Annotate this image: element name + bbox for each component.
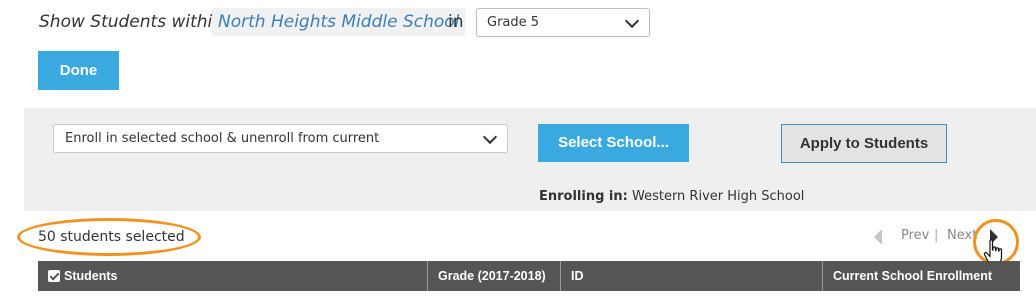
chevron-down-icon [624,13,640,29]
highlight-ellipse [17,218,201,256]
grade-select-value: Grade 5 [487,15,540,30]
column-header-students-label: Students [64,269,118,283]
school-link[interactable]: North Heights Middle School [212,8,466,36]
enrolling-in-label: Enrolling in: [539,189,628,204]
enroll-action-select[interactable]: Enroll in selected school & unenroll fro… [53,124,508,153]
column-header-current-enrollment[interactable]: Current School Enrollment [822,261,1020,291]
column-header-id[interactable]: ID [560,261,822,291]
show-students-label: Show Students within [39,12,224,32]
pager-separator: | [934,228,939,243]
enrolling-in-text: Enrolling in: Western River High School [539,189,804,204]
done-button[interactable]: Done [38,51,119,90]
enrolling-school-name: Western River High School [631,189,805,204]
grade-select[interactable]: Grade 5 [476,8,650,37]
apply-to-students-button[interactable]: Apply to Students [781,124,947,163]
in-label: in [448,12,464,32]
chevron-down-icon [482,129,498,145]
caret-left-icon[interactable] [874,229,882,245]
checkbox-icon[interactable] [48,270,60,282]
students-table-header: Students Grade (2017-2018) ID Current Sc… [38,261,1020,291]
column-header-students[interactable]: Students [38,261,427,291]
select-school-button[interactable]: Select School... [538,124,689,162]
enroll-action-value: Enroll in selected school & unenroll fro… [65,131,380,146]
prev-link[interactable]: Prev [901,228,929,243]
column-header-grade[interactable]: Grade (2017-2018) [427,261,560,291]
